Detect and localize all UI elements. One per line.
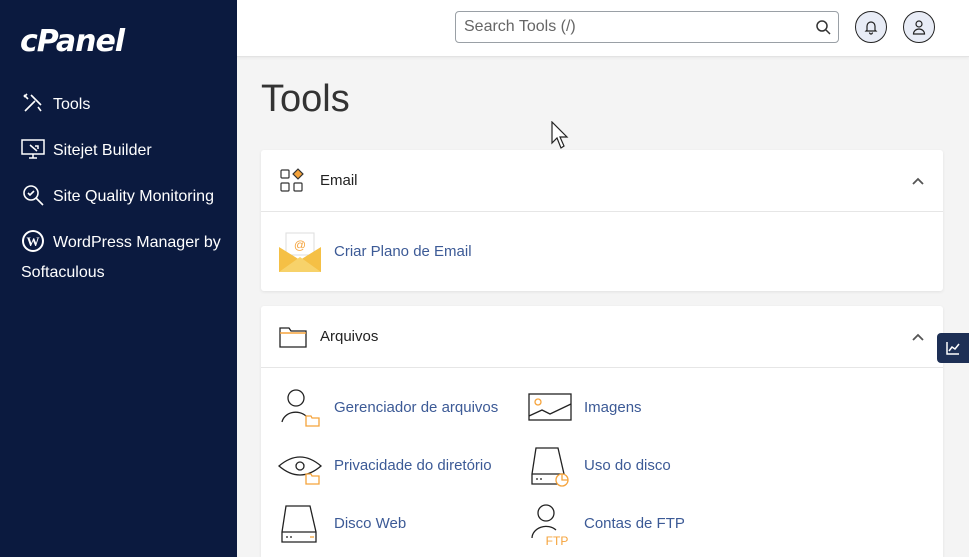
chevron-up-icon[interactable] (911, 330, 925, 344)
email-envelope-icon: @ (279, 232, 321, 272)
search-input[interactable] (456, 12, 796, 42)
sitejet-monitor-icon (21, 137, 45, 161)
tool-label: Uso do disco (584, 457, 671, 474)
tool-disk-usage[interactable]: Uso do disco (528, 444, 678, 488)
mouse-cursor-icon (551, 121, 569, 149)
stats-side-tab[interactable] (937, 333, 969, 363)
tool-label: Gerenciador de arquivos (334, 399, 499, 416)
notifications-button[interactable] (855, 11, 887, 43)
tool-ftp-accounts[interactable]: FTP Contas de FTP (528, 502, 698, 546)
sidebar-item-label: Sitejet Builder (53, 142, 152, 159)
email-section-header[interactable]: Email (261, 150, 943, 212)
svg-text:W: W (27, 234, 40, 249)
images-icon (528, 393, 572, 421)
directory-privacy-eye-icon (278, 456, 322, 485)
user-menu-button[interactable] (903, 11, 935, 43)
tool-criar-plano-email[interactable]: @ Criar Plano de Email (278, 230, 508, 274)
chevron-up-icon[interactable] (911, 174, 925, 188)
tools-icon (21, 91, 45, 115)
tool-label: Disco Web (334, 515, 407, 532)
site-quality-magnifier-icon (21, 183, 45, 207)
sidebar-item-site-quality[interactable]: Site Quality Monitoring (21, 182, 226, 212)
search-icon[interactable] (815, 19, 831, 35)
search-box (455, 11, 839, 43)
folder-icon (279, 327, 307, 348)
sidebar-item-sitejet[interactable]: Sitejet Builder (21, 136, 226, 166)
tool-label: Imagens (584, 399, 642, 416)
tool-images[interactable]: Imagens (528, 386, 678, 430)
sidebar-item-label: Tools (53, 96, 91, 113)
sidebar-nav: Tools Sitejet Builder Site Quality Monit… (21, 90, 226, 304)
files-section: Arquivos Gerenciador de arquivos Imagens… (261, 306, 943, 557)
page-title: Tools (261, 78, 350, 120)
sidebar-item-tools[interactable]: Tools (21, 90, 226, 120)
sidebar-item-label: WordPress Manager by Softaculous (21, 234, 221, 281)
email-section: Email @ Criar Plano de Email (261, 150, 943, 291)
chart-trend-icon (946, 342, 960, 355)
at-sign: @ (294, 238, 306, 252)
section-title: Arquivos (320, 328, 379, 345)
tool-directory-privacy[interactable]: Privacidade do diretório (278, 444, 518, 488)
sidebar-item-wordpress[interactable]: W WordPress Manager by Softaculous (21, 228, 226, 288)
ftp-accounts-icon: FTP (531, 504, 569, 546)
sidebar-item-label: Site Quality Monitoring (53, 188, 214, 205)
top-bar (237, 0, 969, 57)
tool-web-disk[interactable]: Disco Web (278, 502, 478, 546)
tool-label: Criar Plano de Email (334, 243, 472, 260)
bell-icon (864, 21, 878, 35)
user-icon (912, 20, 926, 35)
cpanel-logo[interactable]: cPanel (20, 24, 125, 59)
ftp-badge: FTP (546, 534, 569, 546)
tool-label: Privacidade do diretório (334, 457, 492, 474)
sidebar: cPanel Tools Sitejet Builder Site Qualit… (0, 0, 237, 557)
web-disk-icon (281, 505, 317, 543)
section-title: Email (320, 172, 358, 189)
wordpress-icon: W (21, 229, 45, 253)
email-grid-icon (280, 168, 304, 192)
file-manager-icon (281, 389, 320, 427)
tool-label: Contas de FTP (584, 515, 685, 532)
disk-usage-icon (531, 447, 569, 487)
files-section-header[interactable]: Arquivos (261, 306, 943, 368)
tool-file-manager[interactable]: Gerenciador de arquivos (278, 386, 518, 430)
